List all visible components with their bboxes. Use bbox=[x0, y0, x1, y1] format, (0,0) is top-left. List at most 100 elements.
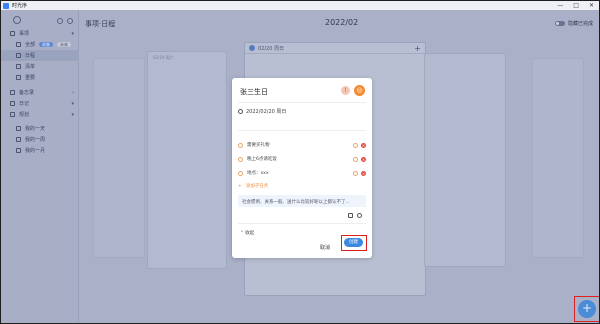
sidebar-item-my-week[interactable]: 我的一周 bbox=[1, 134, 79, 145]
tasks-icon bbox=[10, 31, 15, 36]
minimize-icon[interactable]: — bbox=[557, 2, 563, 9]
sidebar-item-my-day[interactable]: 我的一天 bbox=[1, 123, 79, 134]
close-icon[interactable]: ✕ bbox=[589, 2, 594, 9]
subtask-option-icon[interactable] bbox=[353, 156, 358, 162]
sidebar-item-plan[interactable]: 规划 ▾ bbox=[1, 109, 79, 120]
delete-icon[interactable]: × bbox=[361, 142, 366, 148]
add-task-button[interactable]: + bbox=[578, 300, 596, 318]
grid-icon bbox=[16, 42, 21, 47]
list-icon bbox=[16, 64, 21, 69]
diary-icon bbox=[10, 101, 15, 106]
sidebar-item-schedule[interactable]: 日程 bbox=[1, 50, 79, 61]
subtask-label: 地点：xxx bbox=[247, 171, 269, 176]
sidebar-item-label: 日记 bbox=[19, 101, 30, 107]
sidebar-item-tasks[interactable]: 事项 ▾ bbox=[1, 28, 79, 39]
chip-collect[interactable]: 收集 bbox=[39, 42, 54, 47]
plus-icon: + bbox=[238, 183, 242, 189]
delete-icon[interactable]: × bbox=[361, 170, 366, 176]
sidebar: 事项 ▾ 全部 收集 未来 日程 清单 重要 备忘录 › 日记 ▾ 规划 ▾ 我… bbox=[1, 10, 79, 323]
add-subtask-button[interactable]: + 添加子任务 bbox=[238, 180, 366, 192]
app-logo-icon bbox=[3, 2, 9, 9]
avatar[interactable] bbox=[13, 16, 21, 24]
subtask-item[interactable]: 晚上6点请吃饭 × bbox=[238, 152, 366, 166]
sidebar-item-memo[interactable]: 备忘录 › bbox=[1, 87, 79, 98]
task-date[interactable]: 2022/02/20 周日 bbox=[238, 108, 286, 115]
sidebar-item-important[interactable]: 重要 bbox=[1, 72, 79, 83]
sync-icon[interactable] bbox=[67, 18, 73, 24]
toggle-switch[interactable] bbox=[554, 21, 565, 26]
hide-completed-label: 隐藏已完成 bbox=[567, 21, 593, 27]
add-icon[interactable]: + bbox=[414, 44, 421, 53]
sidebar-item-label: 日程 bbox=[25, 53, 36, 59]
month-label[interactable]: 2022/02 bbox=[325, 18, 358, 27]
subtask-label: 需要买礼物 bbox=[247, 143, 270, 148]
app-window: 时光序 — □ ✕ 事项 ▾ 全部 收集 未来 日程 清单 重要 备忘录 › 日… bbox=[0, 0, 600, 324]
fab-highlight: + bbox=[574, 296, 599, 322]
app-title: 时光序 bbox=[12, 3, 28, 9]
sidebar-item-label: 备忘录 bbox=[19, 90, 35, 96]
hide-completed-toggle[interactable]: 隐藏已完成 bbox=[554, 20, 593, 27]
day-card-header: 02/20 周日 + bbox=[245, 43, 425, 54]
chevron-down-icon: ▾ bbox=[71, 100, 74, 107]
day-card-far-right bbox=[532, 58, 584, 258]
sidebar-header bbox=[7, 12, 77, 26]
image-icon[interactable] bbox=[348, 213, 353, 218]
star-icon bbox=[16, 75, 21, 80]
day-card-far-left bbox=[93, 58, 145, 258]
subtask-option-icon[interactable] bbox=[353, 170, 358, 176]
title-bar: 时光序 — □ ✕ bbox=[1, 1, 599, 10]
day-card-left[interactable]: 02/19 周六 bbox=[147, 51, 227, 269]
sidebar-item-label: 我的一周 bbox=[25, 137, 46, 143]
note-field[interactable]: 社会惯例、关系一般、送什么比较好呢以上都认不了... bbox=[238, 195, 366, 207]
sidebar-item-list[interactable]: 清单 bbox=[1, 61, 79, 72]
maximize-icon[interactable]: □ bbox=[573, 2, 579, 9]
sidebar-item-all[interactable]: 全部 收集 未来 bbox=[1, 39, 79, 50]
sidebar-item-label: 规划 bbox=[19, 112, 30, 118]
month-icon bbox=[16, 148, 21, 153]
plan-icon bbox=[10, 112, 15, 117]
day-card-header: 02/19 周六 bbox=[153, 55, 174, 60]
day-card-right[interactable] bbox=[424, 53, 506, 267]
sidebar-item-label: 重要 bbox=[25, 75, 36, 81]
divider bbox=[238, 130, 366, 131]
note-tools bbox=[348, 213, 362, 218]
delete-icon[interactable]: × bbox=[361, 156, 366, 162]
subtask-checkbox[interactable] bbox=[238, 170, 243, 176]
day-indicator-icon bbox=[249, 45, 255, 51]
collapse-label: 收起 bbox=[245, 231, 255, 236]
task-title-input[interactable]: 张三生日 bbox=[240, 87, 268, 97]
subtask-option-icon[interactable] bbox=[353, 142, 358, 148]
flag-icon[interactable]: ! bbox=[341, 86, 350, 95]
subtask-label: 晚上6点请吃饭 bbox=[247, 157, 277, 162]
task-date-value: 2022/02/20 周日 bbox=[246, 109, 287, 115]
sidebar-item-my-month[interactable]: 我的一月 bbox=[1, 145, 79, 156]
week-icon bbox=[16, 137, 21, 142]
chevron-down-icon: ▾ bbox=[71, 30, 74, 37]
cancel-button[interactable]: 取消 bbox=[320, 244, 330, 251]
sidebar-item-label: 事项 bbox=[19, 31, 30, 37]
collapse-toggle[interactable]: ⌃ 收起 bbox=[240, 230, 254, 236]
window-controls: — □ ✕ bbox=[557, 2, 594, 9]
day-card-date: 02/20 周日 bbox=[258, 45, 284, 52]
chip-future[interactable]: 未来 bbox=[57, 42, 72, 47]
page-title: 事项·日程 bbox=[85, 20, 116, 28]
subtask-item[interactable]: 需要买礼物 × bbox=[238, 138, 366, 152]
chevron-right-icon: › bbox=[72, 89, 74, 96]
create-button[interactable]: 创建 bbox=[344, 238, 363, 247]
subtask-checkbox[interactable] bbox=[238, 142, 243, 148]
divider bbox=[238, 102, 366, 103]
settings-icon[interactable] bbox=[57, 18, 63, 24]
sidebar-item-label: 我的一天 bbox=[25, 126, 46, 132]
sidebar-item-diary[interactable]: 日记 ▾ bbox=[1, 98, 79, 109]
location-icon[interactable] bbox=[357, 213, 362, 218]
subtask-list: 需要买礼物 × 晚上6点请吃饭 × 地点：xxx × + 添加子任务 bbox=[238, 138, 366, 192]
task-dialog: 张三生日 ! ◎ 2022/02/20 周日 需要买礼物 × 晚上6点请吃饭 ×… bbox=[232, 78, 372, 258]
clock-icon bbox=[238, 109, 243, 114]
divider bbox=[238, 223, 366, 224]
subtask-item[interactable]: 地点：xxx × bbox=[238, 166, 366, 180]
subtask-checkbox[interactable] bbox=[238, 156, 243, 162]
sidebar-item-label: 我的一月 bbox=[25, 148, 46, 154]
priority-icon[interactable]: ◎ bbox=[354, 85, 365, 96]
chevron-down-icon: ▾ bbox=[71, 111, 74, 118]
day-icon bbox=[16, 126, 21, 131]
